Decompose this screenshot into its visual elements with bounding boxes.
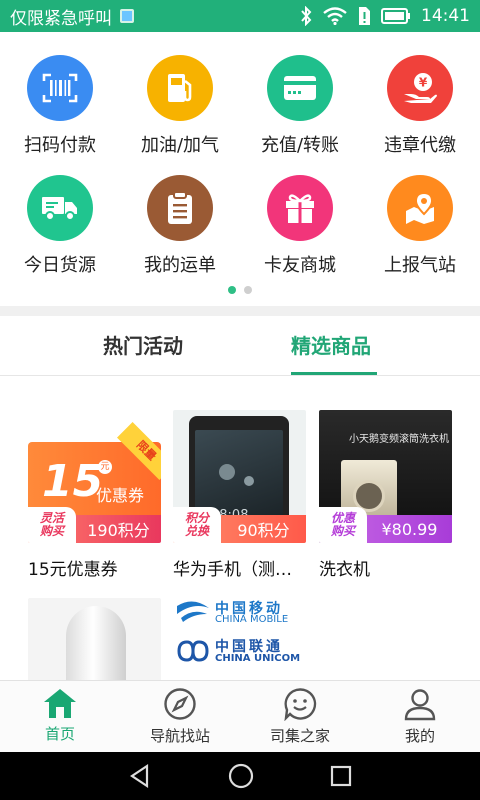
clipboard-icon — [147, 175, 213, 241]
map-pin-icon — [387, 175, 453, 241]
product-card[interactable]: 中国移动 CHINA MOBILE 中国联通 CHINA UNICOM — [173, 598, 306, 680]
product-thumbnail: 15 元 优惠券 限量 灵活 购买 190积分 — [28, 410, 161, 543]
svg-text:¥: ¥ — [419, 76, 428, 90]
price-bar: 积分 兑换 90积分 — [173, 507, 306, 543]
tag-line: 购买 — [330, 524, 355, 538]
active-tab-underline — [291, 372, 377, 375]
washer-headline: 小天鹅变频滚筒洗衣机 — [349, 434, 449, 445]
tab-hot-activities[interactable]: 热门活动 — [103, 330, 183, 359]
nav-label: 导航找站 — [149, 727, 210, 745]
product-price: ¥80.99 — [381, 519, 438, 539]
chat-smile-icon — [284, 688, 317, 721]
user-icon — [404, 689, 436, 721]
system-nav-bar — [0, 752, 480, 800]
tab-bar: 热门活动 精选商品 — [0, 316, 480, 376]
bluetooth-icon — [301, 6, 312, 26]
product-thumbnail — [28, 598, 161, 680]
fuel-pump-icon — [147, 55, 213, 121]
grid-item-violation[interactable]: ¥ 违章代缴 — [360, 55, 480, 157]
product-card[interactable] — [28, 598, 161, 680]
grid-item-label: 加油/加气 — [140, 135, 220, 156]
humidifier-image — [66, 606, 126, 680]
status-icons: 14:41 — [299, 6, 470, 26]
water-drop — [219, 464, 235, 480]
coupon-amount: 15 — [42, 456, 104, 507]
product-tag: 积分 兑换 — [173, 507, 221, 543]
product-name: 华为手机（测试... — [173, 560, 306, 580]
nav-home[interactable]: 首页 — [0, 681, 120, 752]
product-price: 90积分 — [237, 521, 290, 540]
grid-item-label: 今日货源 — [24, 255, 96, 276]
image-notification-icon — [120, 9, 134, 23]
grid-item-mall[interactable]: 卡友商城 — [240, 175, 360, 277]
coupon-word: 优惠券 — [96, 486, 145, 505]
product-thumbnail: 08:08 积分 兑换 90积分 — [173, 410, 306, 543]
coupon-unit: 元 — [98, 460, 112, 474]
grid-item-label: 扫码付款 — [24, 135, 96, 156]
tag-line: 购买 — [39, 524, 64, 538]
scan-barcode-icon — [27, 55, 93, 121]
tab-featured-products[interactable]: 精选商品 — [291, 330, 371, 359]
clock: 14:41 — [421, 6, 470, 26]
china-unicom-logo — [177, 640, 209, 662]
home-icon — [44, 689, 76, 718]
water-drop — [244, 476, 254, 486]
gift-icon — [267, 175, 333, 241]
product-name: 15元优惠券 — [28, 560, 118, 580]
wifi-icon — [323, 7, 347, 25]
nav-label: 首页 — [44, 725, 75, 743]
nav-label: 司集之家 — [269, 727, 330, 745]
section-divider — [0, 306, 480, 316]
compass-icon — [164, 688, 196, 720]
china-mobile-en: CHINA MOBILE — [215, 614, 289, 625]
grid-item-cargo[interactable]: 今日货源 — [0, 175, 120, 277]
recents-icon[interactable] — [329, 764, 353, 788]
carrier-text: 仅限紧急呼叫 — [10, 8, 112, 29]
bottom-nav: 首页 导航找站 司集之家 我的 — [0, 680, 480, 752]
product-tag: 优惠 购买 — [319, 507, 367, 543]
page-dot[interactable] — [244, 286, 252, 294]
quick-grid: 扫码付款 加油/加气 充值/转账 ¥ 违章代缴 今日货源 我的运单 卡友商城 上… — [0, 40, 480, 295]
nav-driver-home[interactable]: 司集之家 — [240, 681, 360, 752]
product-tag: 灵活 购买 — [28, 507, 76, 543]
grid-item-report-station[interactable]: 上报气站 — [360, 175, 480, 277]
grid-item-label: 我的运单 — [144, 255, 216, 276]
home-circle-icon[interactable] — [227, 762, 255, 790]
grid-item-scan-pay[interactable]: 扫码付款 — [0, 55, 120, 157]
grid-item-topup[interactable]: 充值/转账 — [240, 55, 360, 157]
tag-line: 兑换 — [184, 524, 209, 538]
sim-alert-icon — [359, 7, 370, 25]
grid-item-fuel[interactable]: 加油/加气 — [120, 55, 240, 157]
product-name: 洗衣机 — [319, 560, 370, 580]
card-icon — [267, 55, 333, 121]
grid-item-label: 卡友商城 — [264, 255, 336, 276]
nav-navigation[interactable]: 导航找站 — [120, 681, 240, 752]
grid-item-label: 违章代缴 — [384, 135, 456, 156]
product-thumbnail: 中国移动 CHINA MOBILE 中国联通 CHINA UNICOM — [173, 598, 306, 680]
product-thumbnail: 小天鹅变频滚筒洗衣机 优惠 购买 ¥80.99 — [319, 410, 452, 543]
product-card[interactable]: 08:08 积分 兑换 90积分 华为手机（测试... — [173, 410, 306, 580]
carrier-info: 仅限紧急呼叫 — [10, 4, 134, 29]
price-bar: 灵活 购买 190积分 — [28, 507, 161, 543]
nav-profile[interactable]: 我的 — [360, 681, 480, 752]
page-dot-active[interactable] — [228, 286, 236, 294]
hand-yen-icon: ¥ — [387, 55, 453, 121]
page-indicator — [0, 286, 480, 294]
nav-label: 我的 — [404, 727, 435, 745]
back-icon[interactable] — [127, 763, 153, 789]
china-unicom-en: CHINA UNICOM — [215, 653, 301, 664]
product-card[interactable]: 小天鹅变频滚筒洗衣机 优惠 购买 ¥80.99 洗衣机 — [319, 410, 452, 580]
china-mobile-logo — [177, 601, 209, 622]
price-bar: 优惠 购买 ¥80.99 — [319, 507, 452, 543]
grid-item-label: 上报气站 — [384, 255, 456, 276]
product-price: 190积分 — [87, 521, 150, 540]
grid-item-label: 充值/转账 — [260, 135, 340, 156]
product-card[interactable]: 15 元 优惠券 限量 灵活 购买 190积分 15元优惠券 — [28, 410, 161, 580]
battery-icon — [381, 8, 410, 24]
status-bar: 仅限紧急呼叫 14:41 — [0, 0, 480, 32]
grid-item-waybill[interactable]: 我的运单 — [120, 175, 240, 277]
truck-icon — [27, 175, 93, 241]
